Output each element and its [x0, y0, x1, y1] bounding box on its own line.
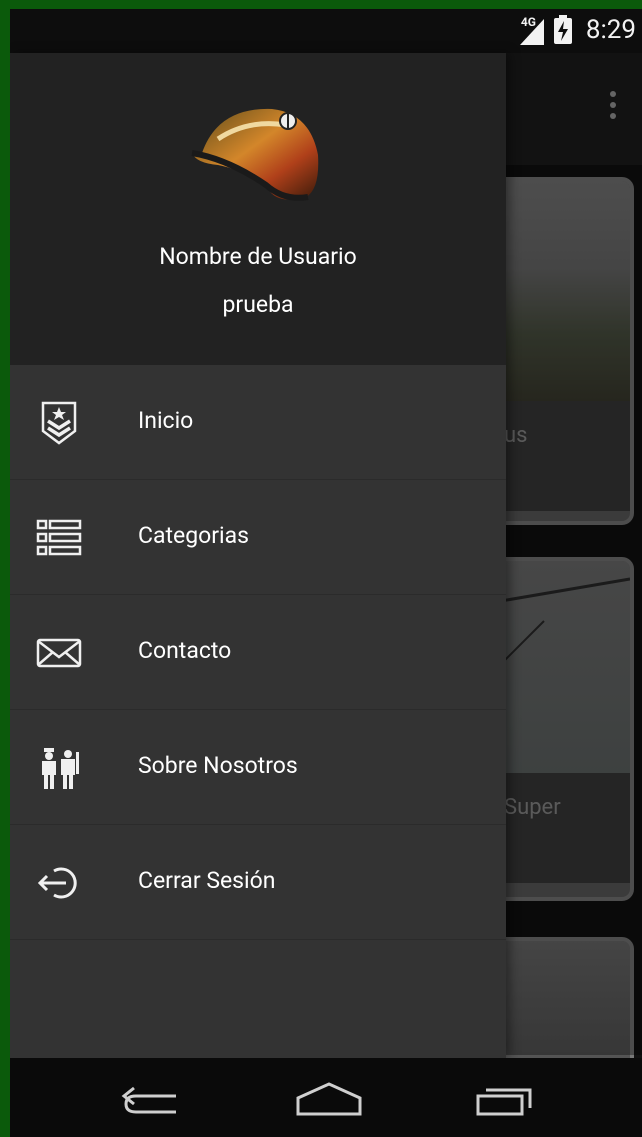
recents-icon[interactable]	[472, 1080, 542, 1120]
menu-item-label: Inicio	[138, 407, 194, 434]
menu-item-contacto[interactable]: Contacto	[10, 595, 506, 710]
menu-item-categorias[interactable]: Categorias	[10, 480, 506, 595]
back-icon[interactable]	[116, 1080, 186, 1120]
system-nav-bar	[10, 1058, 642, 1137]
menu-item-inicio[interactable]: Inicio	[10, 365, 506, 480]
menu-item-label: Contacto	[138, 637, 232, 664]
battery-icon	[554, 15, 572, 44]
list-icon	[36, 519, 82, 556]
status-bar: 4G 8:29	[10, 9, 642, 53]
rank-badge-icon	[41, 401, 77, 445]
menu-item-sobre-nosotros[interactable]: Sobre Nosotros	[10, 710, 506, 825]
menu-item-label: Categorias	[138, 522, 250, 549]
menu-item-cerrar-sesion[interactable]: Cerrar Sesión	[10, 825, 506, 940]
user-name: prueba	[222, 291, 294, 318]
status-time: 8:29	[585, 15, 636, 45]
drawer-menu: Inicio Categorias Contacto Sobre Nosotro…	[10, 365, 506, 940]
phone-screen: 4G 8:29 us Super Nombre de Usuario prueb…	[10, 9, 642, 1137]
drawer-header: Nombre de Usuario prueba	[10, 53, 506, 365]
helmet-avatar	[191, 108, 319, 201]
envelope-icon	[36, 638, 82, 668]
signal-icon	[520, 19, 544, 45]
navigation-drawer: Nombre de Usuario prueba Inicio Categori…	[10, 53, 506, 1058]
menu-item-label: Cerrar Sesión	[138, 867, 276, 894]
menu-item-label: Sobre Nosotros	[138, 752, 298, 779]
home-icon[interactable]	[294, 1080, 364, 1120]
user-label: Nombre de Usuario	[159, 243, 357, 270]
soldiers-icon	[42, 748, 79, 789]
logout-icon	[37, 867, 77, 899]
